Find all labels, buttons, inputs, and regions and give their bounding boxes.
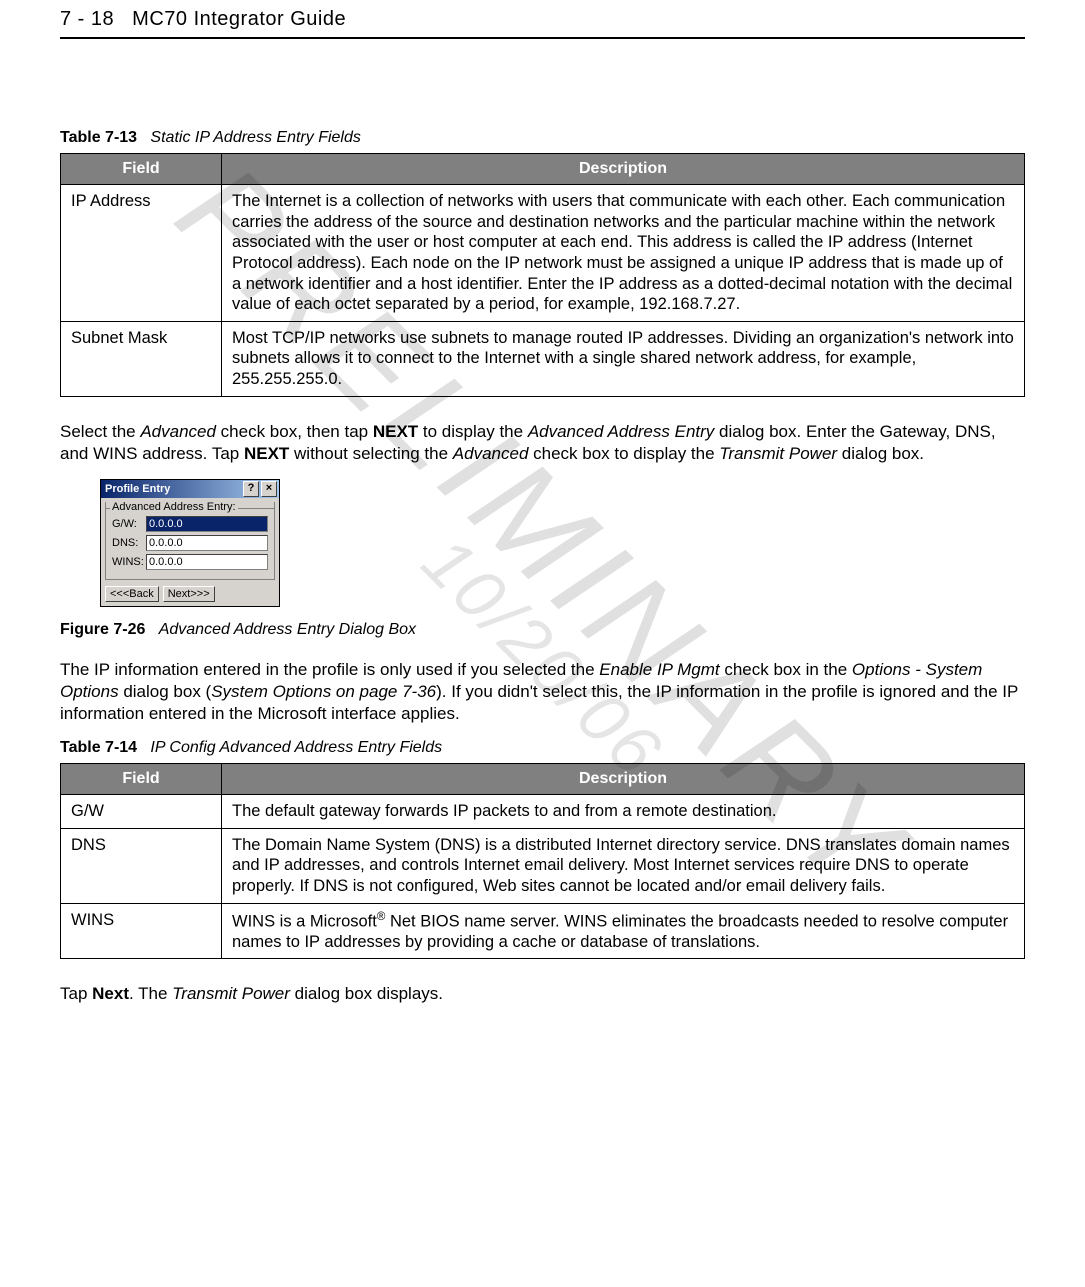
dialog-titlebar: Profile Entry ? × <box>101 480 279 498</box>
cell-desc: The Internet is a collection of networks… <box>222 185 1025 322</box>
text: WINS is a Microsoft <box>232 912 377 930</box>
gw-input[interactable]: 0.0.0.0 <box>146 516 268 532</box>
text: Tap <box>60 984 92 1003</box>
figure-label: Figure 7-26 <box>60 621 145 638</box>
dns-input[interactable]: 0.0.0.0 <box>146 535 268 551</box>
table-row: G/W The default gateway forwards IP pack… <box>61 795 1025 829</box>
text-bold: Next <box>92 984 129 1003</box>
cell-desc: Most TCP/IP networks use subnets to mana… <box>222 321 1025 396</box>
text: Select the <box>60 422 140 441</box>
text: to display the <box>418 422 528 441</box>
table-7-14: Field Description G/W The default gatewa… <box>60 763 1025 959</box>
caption-label: Table 7-14 <box>60 739 137 756</box>
text-italic: Transmit Power <box>719 444 837 463</box>
dialog-title: Profile Entry <box>105 483 241 495</box>
text-italic: Advanced Address Entry <box>528 422 714 441</box>
table-row: DNS The Domain Name System (DNS) is a di… <box>61 828 1025 903</box>
caption-label: Table 7-13 <box>60 129 137 146</box>
paragraph-1: Select the Advanced check box, then tap … <box>60 421 1025 465</box>
dns-label: DNS: <box>112 537 146 549</box>
help-button[interactable]: ? <box>243 481 259 497</box>
cell-field: G/W <box>61 795 222 829</box>
col-description: Description <box>222 154 1025 185</box>
table-7-13: Field Description IP Address The Interne… <box>60 153 1025 397</box>
group-label: Advanced Address Entry: <box>110 501 238 513</box>
page: PRELIMINARY 10/20/06 7 - 18 MC70 Integra… <box>0 0 1085 1059</box>
text: dialog box ( <box>119 682 212 701</box>
col-description: Description <box>222 764 1025 795</box>
gw-label: G/W: <box>112 518 146 530</box>
paragraph-2: The IP information entered in the profil… <box>60 659 1025 725</box>
text-italic: System Options on page 7-36 <box>211 682 436 701</box>
advanced-address-group: Advanced Address Entry: G/W: 0.0.0.0 DNS… <box>105 502 275 580</box>
figure-7-26-caption: Figure 7-26 Advanced Address Entry Dialo… <box>60 621 1025 639</box>
text-italic: Enable IP Mgmt <box>599 660 719 679</box>
cell-field: DNS <box>61 828 222 903</box>
text: dialog box displays. <box>290 984 443 1003</box>
text-bold: NEXT <box>244 444 289 463</box>
text-italic: Advanced <box>453 444 529 463</box>
text: check box to display the <box>528 444 719 463</box>
table-row: WINS WINS is a Microsoft® Net BIOS name … <box>61 903 1025 959</box>
dialog-buttons: <<<Back Next>>> <box>101 584 279 606</box>
table-row: IP Address The Internet is a collection … <box>61 185 1025 322</box>
table-7-14-caption: Table 7-14 IP Config Advanced Address En… <box>60 739 1025 757</box>
text: without selecting the <box>289 444 452 463</box>
cell-field: WINS <box>61 903 222 959</box>
text: check box in the <box>720 660 852 679</box>
next-button[interactable]: Next>>> <box>163 586 215 602</box>
table-row: Subnet Mask Most TCP/IP networks use sub… <box>61 321 1025 396</box>
cell-field: Subnet Mask <box>61 321 222 396</box>
text-italic: Advanced <box>140 422 216 441</box>
back-button[interactable]: <<<Back <box>105 586 159 602</box>
text: dialog box. <box>837 444 924 463</box>
dialog-screenshot: Profile Entry ? × Advanced Address Entry… <box>100 479 1025 607</box>
caption-text: IP Config Advanced Address Entry Fields <box>150 739 442 756</box>
text-italic: Transmit Power <box>172 984 290 1003</box>
figure-text: Advanced Address Entry Dialog Box <box>159 621 416 638</box>
page-header: 7 - 18 MC70 Integrator Guide <box>60 0 1025 39</box>
text: check box, then tap <box>216 422 373 441</box>
wins-input[interactable]: 0.0.0.0 <box>146 554 268 570</box>
caption-text: Static IP Address Entry Fields <box>150 129 360 146</box>
cell-desc: The Domain Name System (DNS) is a distri… <box>222 828 1025 903</box>
paragraph-3: Tap Next. The Transmit Power dialog box … <box>60 983 1025 1005</box>
page-number: 7 - 18 <box>60 8 114 31</box>
profile-entry-dialog: Profile Entry ? × Advanced Address Entry… <box>100 479 280 607</box>
dns-row: DNS: 0.0.0.0 <box>112 535 268 551</box>
col-field: Field <box>61 764 222 795</box>
cell-field: IP Address <box>61 185 222 322</box>
gw-row: G/W: 0.0.0.0 <box>112 516 268 532</box>
col-field: Field <box>61 154 222 185</box>
cell-desc: WINS is a Microsoft® Net BIOS name serve… <box>222 903 1025 959</box>
text-bold: NEXT <box>373 422 418 441</box>
table-7-13-caption: Table 7-13 Static IP Address Entry Field… <box>60 129 1025 147</box>
text: The IP information entered in the profil… <box>60 660 599 679</box>
close-button[interactable]: × <box>261 481 277 497</box>
doc-title: MC70 Integrator Guide <box>132 8 346 31</box>
cell-desc: The default gateway forwards IP packets … <box>222 795 1025 829</box>
wins-label: WINS: <box>112 556 146 568</box>
text: . The <box>129 984 172 1003</box>
wins-row: WINS: 0.0.0.0 <box>112 554 268 570</box>
